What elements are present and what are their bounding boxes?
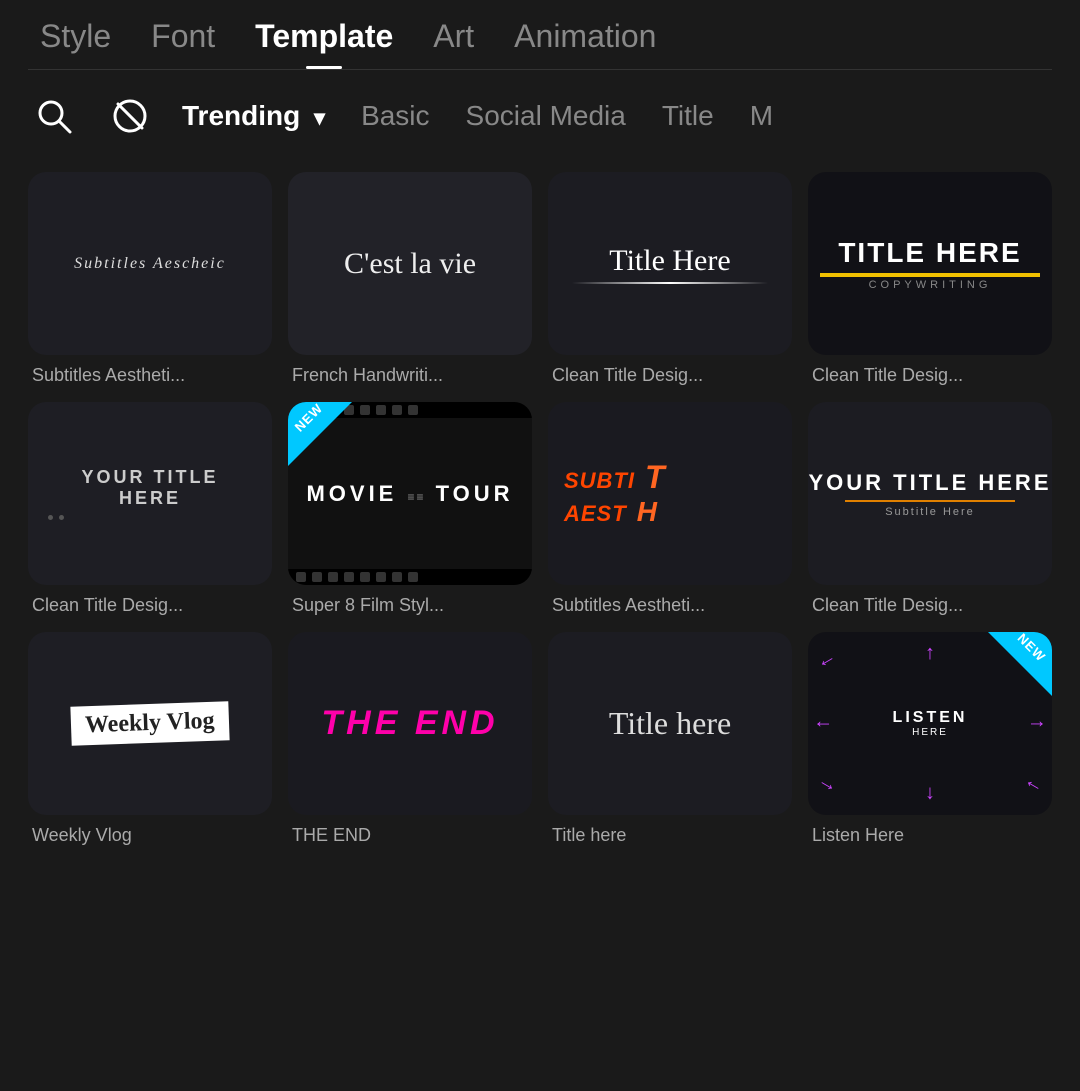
template-grid: Subtitles Aescheic Subtitles Aestheti...… <box>0 162 1080 874</box>
card-dots-5 <box>48 515 64 520</box>
card-thumb-12: NEW ↑ ↑ ↑ ↑ ↑ ↑ ↑ ↑ LISTEN HERE <box>808 632 1052 815</box>
card-sub-title-4: COPYWRITING <box>869 279 992 291</box>
card-weekly-vlog[interactable]: Weekly Vlog Weekly Vlog <box>28 632 272 846</box>
end-text: THE END <box>321 704 498 743</box>
card-label-6: Super 8 Film Styl... <box>288 595 532 616</box>
card-label-3: Clean Title Desig... <box>548 365 792 386</box>
nav-style[interactable]: Style <box>40 18 111 69</box>
dropdown-arrow: ▾ <box>314 105 325 131</box>
filter-trending[interactable]: Trending ▾ <box>182 100 325 132</box>
card-bar-8 <box>845 500 1016 502</box>
card-label-7: Subtitles Aestheti... <box>548 595 792 616</box>
card-label-12: Listen Here <box>808 825 1052 846</box>
card-label-11: Title here <box>548 825 792 846</box>
listen-center: ↑ ↑ ↑ ↑ ↑ ↑ ↑ ↑ LISTEN HERE <box>808 632 1052 815</box>
card-thumb-1: Subtitles Aescheic <box>28 172 272 355</box>
card-title-here-script[interactable]: Title here Title here <box>548 632 792 846</box>
card-your-title[interactable]: YOUR TITLE HERE Clean Title Desig... <box>28 402 272 616</box>
card-title-bold[interactable]: TITLE HERE COPYWRITING Clean Title Desig… <box>808 172 1052 386</box>
top-nav: Style Font Template Art Animation <box>0 0 1080 69</box>
card-thumb-11: Title here <box>548 632 792 815</box>
filter-social-media[interactable]: Social Media <box>466 100 626 132</box>
card-movie-tour[interactable]: NEW MOVIE ≡≡ TOUR <box>288 402 532 616</box>
card-listen-here[interactable]: NEW ↑ ↑ ↑ ↑ ↑ ↑ ↑ ↑ LISTEN HERE Listen H… <box>808 632 1052 846</box>
search-button[interactable] <box>30 92 78 140</box>
movie-content: MOVIE ≡≡ TOUR <box>306 418 513 569</box>
filter-more[interactable]: M <box>750 100 773 132</box>
filter-tags: Trending ▾ Basic Social Media Title M <box>182 100 773 132</box>
h-letter: H <box>637 496 657 528</box>
card-thumb-8: YOUR TITLE HERE Subtitle Here <box>808 402 1052 585</box>
nav-art[interactable]: Art <box>433 18 474 69</box>
dot-2 <box>59 515 64 520</box>
vlog-wrap: Weekly Vlog <box>71 701 230 745</box>
arrow-bottom: ↑ <box>925 782 935 805</box>
card-inner-text-2: C'est la vie <box>344 247 476 281</box>
card-thumb-7: SUBTI T AEST H <box>548 402 792 585</box>
card-thumb-9: Weekly Vlog <box>28 632 272 815</box>
dot-1 <box>48 515 53 520</box>
subti-row2: AEST H <box>564 496 657 528</box>
card-thumb-6: NEW MOVIE ≡≡ TOUR <box>288 402 532 585</box>
card-inner-text-5: YOUR TITLE HERE <box>48 467 252 509</box>
nav-font[interactable]: Font <box>151 18 215 69</box>
card-thumb-4: TITLE HERE COPYWRITING <box>808 172 1052 355</box>
card-thumb-2: C'est la vie <box>288 172 532 355</box>
card-swash-3 <box>572 282 767 284</box>
filter-basic[interactable]: Basic <box>361 100 429 132</box>
card-clean-title-bar[interactable]: YOUR TITLE HERE Subtitle Here Clean Titl… <box>808 402 1052 616</box>
block-button[interactable] <box>106 92 154 140</box>
subti-text: SUBTI <box>564 468 635 494</box>
card-label-1: Subtitles Aestheti... <box>28 365 272 386</box>
card-thumb-5: YOUR TITLE HERE <box>28 402 272 585</box>
card-subtitles-aesthetic-1[interactable]: Subtitles Aescheic Subtitles Aestheti... <box>28 172 272 386</box>
card-the-end[interactable]: THE END THE END <box>288 632 532 846</box>
listen-here-label: HERE <box>912 727 948 738</box>
subti-row1: SUBTI T <box>564 459 665 496</box>
card-main-title-4: TITLE HERE <box>838 237 1021 269</box>
arrow-top-left: ↑ <box>815 651 840 671</box>
card-subtitles-aesthetic-2[interactable]: SUBTI T AEST H Subtitles Aestheti... <box>548 402 792 616</box>
card-inner-text-3: Title Here <box>609 244 730 278</box>
card-inner-text-1: Subtitles Aescheic <box>74 255 226 273</box>
movie-text: MOVIE ≡≡ TOUR <box>306 481 513 507</box>
card-french-handwriting[interactable]: C'est la vie French Handwriti... <box>288 172 532 386</box>
block-icon <box>110 96 150 136</box>
new-badge-label-6: NEW <box>292 402 326 435</box>
filter-bar: Trending ▾ Basic Social Media Title M <box>0 70 1080 162</box>
card-label-2: French Handwriti... <box>288 365 532 386</box>
movie-sep: ≡≡ <box>407 490 425 504</box>
search-icon <box>34 96 74 136</box>
card-clean-title-script[interactable]: Title Here Clean Title Desig... <box>548 172 792 386</box>
arrow-top: ↑ <box>925 642 935 665</box>
filter-title[interactable]: Title <box>662 100 714 132</box>
vlog-text: Weekly Vlog <box>85 708 215 739</box>
card-main-title-8: YOUR TITLE HERE <box>808 470 1051 496</box>
film-strip-bottom <box>288 569 532 585</box>
arrow-bottom-right: ↑ <box>1021 775 1046 795</box>
new-badge-label-12: NEW <box>1014 632 1048 665</box>
card-label-5: Clean Title Desig... <box>28 595 272 616</box>
arrow-left: ↑ <box>812 719 835 729</box>
arrow-right: ↑ <box>1026 719 1049 729</box>
card-label-4: Clean Title Desig... <box>808 365 1052 386</box>
listen-text-group: LISTEN HERE <box>893 709 968 738</box>
card-label-9: Weekly Vlog <box>28 825 272 846</box>
card-subtitle-8: Subtitle Here <box>885 506 975 518</box>
nav-animation[interactable]: Animation <box>514 18 656 69</box>
card-thumb-3: Title Here <box>548 172 792 355</box>
card-label-10: THE END <box>288 825 532 846</box>
script-text: Title here <box>609 705 731 742</box>
arrow-bottom-left: ↑ <box>815 775 840 795</box>
card-bar-4 <box>820 273 1040 277</box>
nav-template[interactable]: Template <box>255 18 393 69</box>
aest-text: AEST <box>564 501 627 527</box>
listen-label: LISTEN <box>893 709 968 727</box>
t-letter: T <box>645 459 665 496</box>
card-label-8: Clean Title Desig... <box>808 595 1052 616</box>
card-thumb-10: THE END <box>288 632 532 815</box>
